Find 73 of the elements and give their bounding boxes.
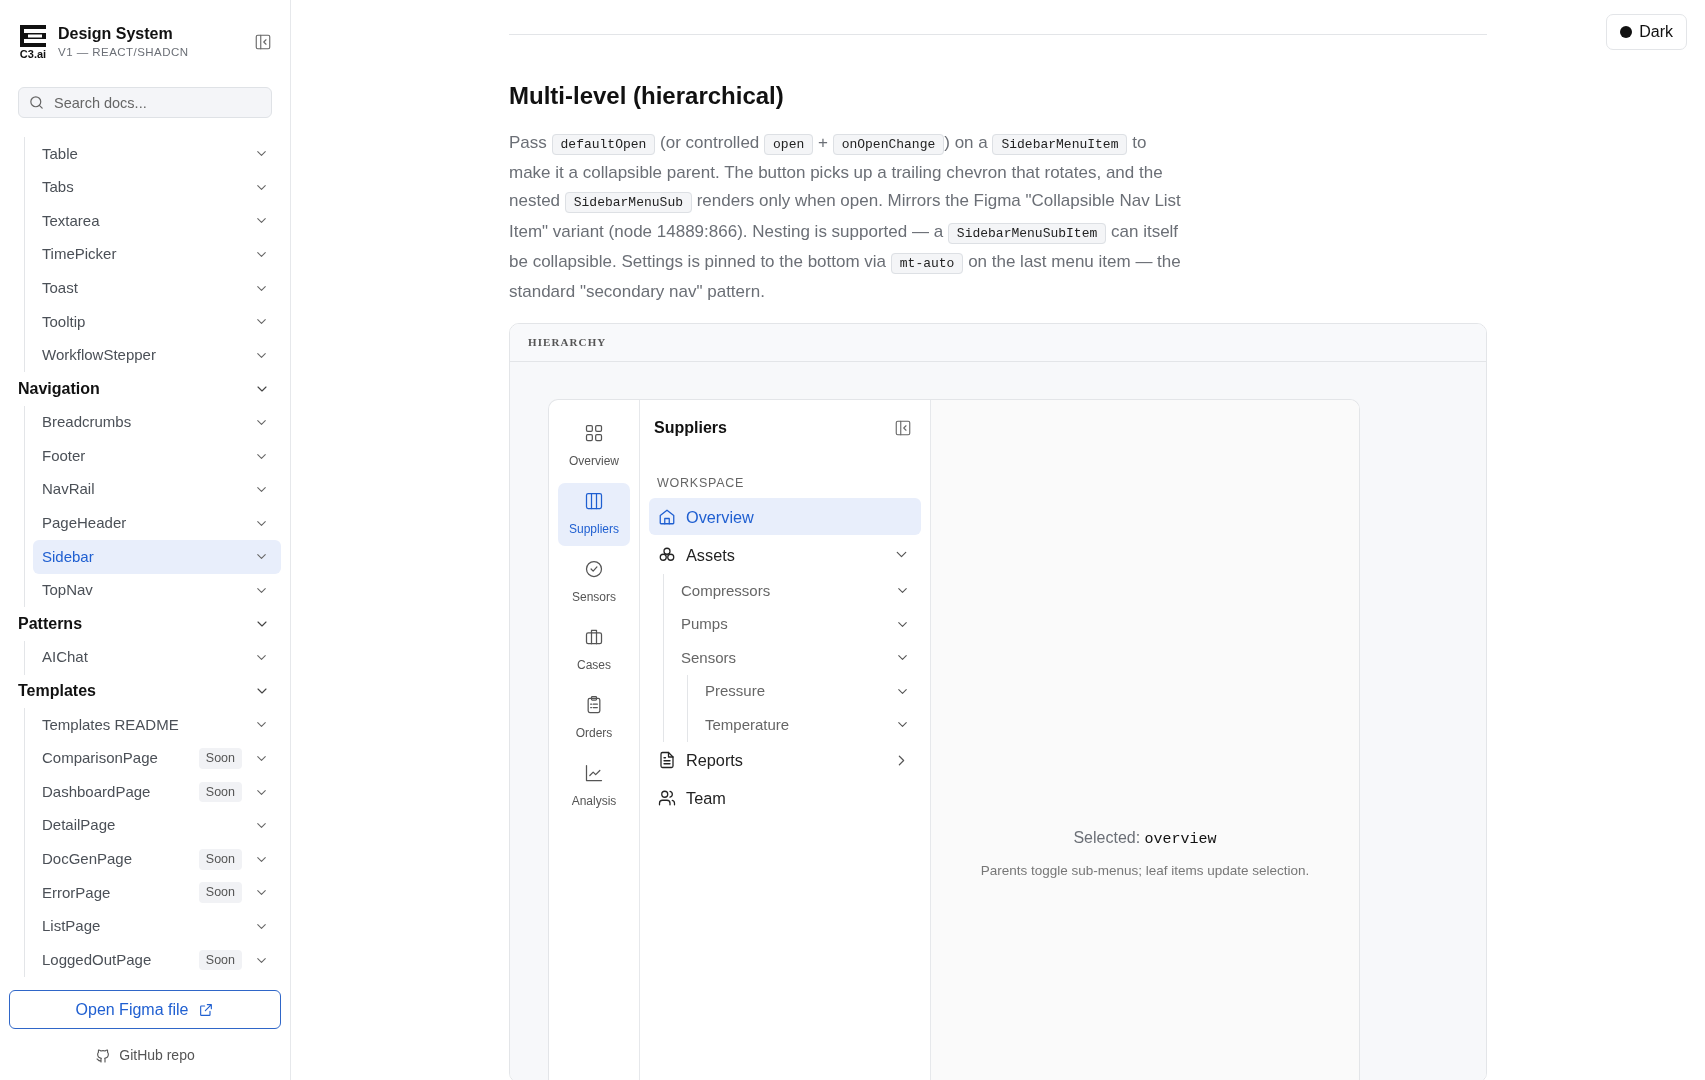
open-figma-button[interactable]: Open Figma file — [9, 990, 281, 1029]
nav-item[interactable]: NavRail — [33, 472, 281, 507]
nav-item[interactable]: Sidebar — [33, 540, 281, 574]
github-link[interactable]: GitHub repo — [9, 1045, 281, 1066]
circle-icon — [1620, 26, 1633, 38]
section-heading[interactable]: Templates — [18, 674, 281, 709]
rail-item[interactable]: Analysis — [558, 755, 630, 819]
grid-icon — [584, 423, 604, 444]
search-field[interactable]: Search docs... — [18, 87, 272, 118]
rail-item[interactable]: Cases — [558, 619, 630, 683]
rail-item[interactable]: Overview — [558, 415, 630, 479]
status-badge: Soon — [198, 882, 242, 904]
menu-item[interactable]: Sensors — [672, 641, 921, 675]
nav-item[interactable]: WorkflowStepper — [33, 338, 281, 373]
logo-icon — [19, 24, 47, 48]
menu-item[interactable]: Team — [649, 779, 921, 817]
status-badge: Soon — [198, 781, 242, 803]
section-heading: Multi-level (hierarchical) — [509, 81, 785, 111]
menu-item[interactable]: Pumps — [672, 607, 921, 642]
rail-item[interactable]: Suppliers — [558, 483, 630, 547]
nav-item[interactable]: DashboardPage Soon — [33, 775, 281, 809]
app-subtitle: V1 — REACT/SHADCN — [58, 45, 189, 60]
status-badge: Soon — [198, 748, 242, 769]
section-heading[interactable]: Navigation — [18, 372, 281, 406]
menu-item[interactable]: Overview — [649, 498, 921, 536]
nav-item[interactable]: DocGenPage Soon — [33, 842, 281, 877]
menu-item[interactable]: Compressors — [672, 574, 921, 608]
nav-item[interactable]: ErrorPage Soon — [33, 876, 281, 910]
external-link-icon — [198, 1001, 215, 1018]
nav-item[interactable]: Templates README — [33, 708, 281, 742]
nav-item[interactable]: ListPage — [33, 909, 281, 944]
collapse-panel-button[interactable] — [894, 418, 912, 437]
nav-item[interactable]: DetailPage — [33, 808, 281, 843]
rail-item[interactable]: Sensors — [558, 551, 630, 615]
logo-text: C3.ai — [19, 49, 47, 60]
panel-title: Suppliers — [654, 417, 727, 438]
nav-item[interactable]: Breadcrumbs — [33, 405, 281, 440]
nav-item[interactable]: Textarea — [33, 204, 281, 238]
boxes-icon — [658, 545, 676, 564]
status-badge: Soon — [198, 848, 242, 870]
nav-item[interactable]: Toast — [33, 271, 281, 305]
nav-item[interactable]: Tooltip — [33, 304, 281, 339]
card-header-label: HIERARCHY — [528, 335, 607, 351]
nav-item[interactable]: TimePicker — [33, 237, 281, 272]
nav-item[interactable]: Tabs — [33, 170, 281, 205]
status-badge: Soon — [198, 949, 242, 971]
nav-item[interactable]: Table — [33, 137, 281, 171]
menu-item[interactable]: Temperature — [696, 708, 921, 742]
nav-item[interactable]: LoggedOutPage Soon — [33, 943, 281, 977]
app-title: Design System — [58, 24, 174, 44]
menu-item[interactable]: Reports — [649, 741, 921, 779]
document-icon — [658, 751, 676, 770]
description-paragraph: Pass defaultOpen (or controlled open + onOpenChange ) on a SidebarMenuItem to make it a collapsible parent. The button picks up a trailing chevron that rotates, and the nested SidebarMenuSub renders only when open. Mirrors the Figma "Collapsible Nav List Item" variant (node 14889:866). Nesting is supported — a SidebarMenuSubItem can itself be collapsible. Settings is pinned to the bottom via mt-auto on the last menu item — the standard "secondary nav" pattern. — [509, 132, 1182, 303]
home-icon — [658, 507, 676, 526]
nav-item[interactable]: TopNav — [33, 573, 281, 608]
theme-toggle-button[interactable]: Dark — [1606, 14, 1687, 50]
selection-text: Selected: overview — [1072, 828, 1218, 851]
menu-item[interactable]: Assets — [649, 536, 921, 574]
line-chart-icon — [584, 763, 604, 784]
nav-item[interactable]: ComparisonPage Soon — [33, 741, 281, 776]
rail-item[interactable]: Orders — [558, 687, 630, 751]
hint-text: Parents toggle sub-menus; leaf items update selection. — [979, 861, 1311, 880]
group-label: WORKSPACE — [657, 475, 746, 493]
nav-item[interactable]: AIChat — [33, 640, 281, 675]
collapse-sidebar-button[interactable] — [254, 33, 272, 51]
users-icon — [658, 789, 676, 808]
menu-item[interactable]: Pressure — [696, 674, 921, 709]
section-heading[interactable]: Patterns — [18, 607, 281, 641]
nav-item[interactable]: Footer — [33, 439, 281, 473]
github-icon — [95, 1047, 112, 1064]
nav-item[interactable]: PageHeader — [33, 506, 281, 541]
columns-icon — [584, 491, 604, 512]
check-circle-icon — [584, 559, 604, 580]
